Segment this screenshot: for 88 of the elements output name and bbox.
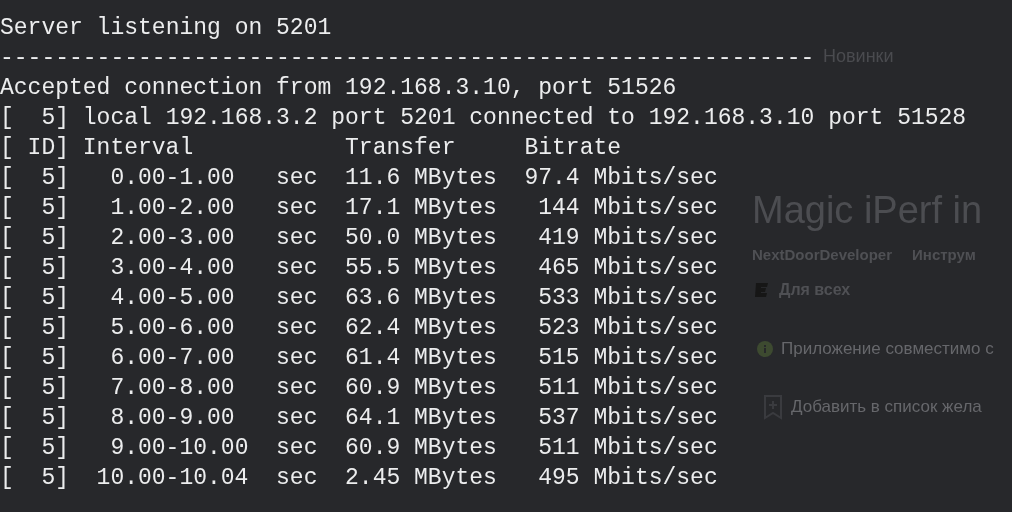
interval-value: 1.00-2.00 [109, 194, 236, 223]
bitrate-value: 97.4 [523, 164, 580, 193]
wishlist-link[interactable]: Добавить в список жела [791, 397, 982, 417]
interval-value: 9.00-10.00 [109, 434, 250, 463]
unit-label: MBytes [414, 314, 497, 343]
unit-label: Mbits/sec [593, 164, 718, 193]
unit-label: Mbits/sec [593, 314, 718, 343]
transfer-value: 64.1 [344, 404, 401, 433]
unit-label: MBytes [414, 194, 497, 223]
interval-value: 10.00-10.04 [95, 464, 250, 493]
unit-label: Mbits/sec [593, 404, 718, 433]
interval-value: 8.00-9.00 [109, 404, 236, 433]
bitrate-value: 144 [537, 194, 580, 223]
stream-id: [ 5] [0, 464, 69, 493]
interval-value: 4.00-5.00 [109, 284, 236, 313]
transfer-value: 60.9 [344, 434, 401, 463]
unit-label: Mbits/sec [593, 464, 718, 493]
unit-label: sec [276, 224, 318, 253]
terminal-line: Server listening on 5201 [0, 14, 332, 43]
interval-value: 7.00-8.00 [109, 374, 236, 403]
column-header: [ ID] [0, 134, 69, 163]
transfer-value: 11.6 [344, 164, 401, 193]
unit-label: MBytes [414, 464, 497, 493]
transfer-value: 62.4 [344, 314, 401, 343]
stream-id: [ 5] [0, 434, 69, 463]
interval-value: 0.00-1.00 [109, 164, 236, 193]
stream-id: [ 5] [0, 194, 69, 223]
stream-id: [ 5] [0, 404, 69, 433]
unit-label: MBytes [414, 284, 497, 313]
transfer-value: 50.0 [344, 224, 401, 253]
unit-label: sec [276, 434, 318, 463]
interval-value: 6.00-7.00 [109, 344, 236, 373]
stream-id: [ 5] [0, 254, 69, 283]
info-icon [757, 341, 773, 357]
transfer-value: 61.4 [344, 344, 401, 373]
transfer-value: 17.1 [344, 194, 401, 223]
unit-label: Mbits/sec [593, 284, 718, 313]
compatibility-note: Приложение совместимо с [781, 339, 994, 359]
unit-label: sec [276, 464, 318, 493]
bitrate-value: 465 [537, 254, 580, 283]
unit-label: Mbits/sec [593, 374, 718, 403]
unit-label: sec [276, 254, 318, 283]
stream-id: [ 5] [0, 164, 69, 193]
terminal-line: [ 5] local 192.168.3.2 port 5201 connected to 192.168.3.10 port 51528 [0, 104, 967, 133]
bitrate-value: 419 [537, 224, 580, 253]
unit-label: Mbits/sec [593, 224, 718, 253]
unit-label: MBytes [414, 344, 497, 373]
bitrate-value: 495 [537, 464, 580, 493]
unit-label: MBytes [414, 254, 497, 283]
unit-label: sec [276, 194, 318, 223]
stream-id: [ 5] [0, 284, 69, 313]
bitrate-value: 537 [537, 404, 580, 433]
column-header: Bitrate [524, 134, 622, 163]
unit-label: MBytes [414, 374, 497, 403]
unit-label: sec [276, 164, 318, 193]
bitrate-value: 533 [537, 284, 580, 313]
stream-id: [ 5] [0, 224, 69, 253]
unit-label: sec [276, 284, 318, 313]
bitrate-value: 511 [537, 374, 580, 403]
transfer-value: 2.45 [344, 464, 401, 493]
column-header: Interval [82, 134, 195, 163]
unit-label: Mbits/sec [593, 254, 718, 283]
terminal-line: Accepted connection from 192.168.3.10, port 51526 [0, 74, 677, 103]
transfer-value: 63.6 [344, 284, 401, 313]
bitrate-value: 523 [537, 314, 580, 343]
interval-value: 5.00-6.00 [109, 314, 236, 343]
transfer-value: 60.9 [344, 374, 401, 403]
column-header: Transfer [345, 134, 457, 163]
unit-label: sec [276, 344, 318, 373]
transfer-value: 55.5 [344, 254, 401, 283]
unit-label: Mbits/sec [593, 344, 718, 373]
unit-label: sec [276, 404, 318, 433]
unit-label: Mbits/sec [593, 194, 718, 223]
bitrate-value: 515 [537, 344, 580, 373]
unit-label: sec [276, 314, 318, 343]
unit-label: MBytes [414, 404, 497, 433]
interval-value: 3.00-4.00 [109, 254, 236, 283]
unit-label: MBytes [414, 224, 497, 253]
terminal-line: ----------------------------------------------------------- [0, 44, 815, 73]
stream-id: [ 5] [0, 314, 69, 343]
unit-label: sec [276, 374, 318, 403]
unit-label: MBytes [414, 434, 497, 463]
unit-label: Mbits/sec [593, 434, 718, 463]
interval-value: 2.00-3.00 [109, 224, 236, 253]
stream-id: [ 5] [0, 344, 69, 373]
stream-id: [ 5] [0, 374, 69, 403]
bitrate-value: 511 [537, 434, 580, 463]
unit-label: MBytes [414, 164, 497, 193]
